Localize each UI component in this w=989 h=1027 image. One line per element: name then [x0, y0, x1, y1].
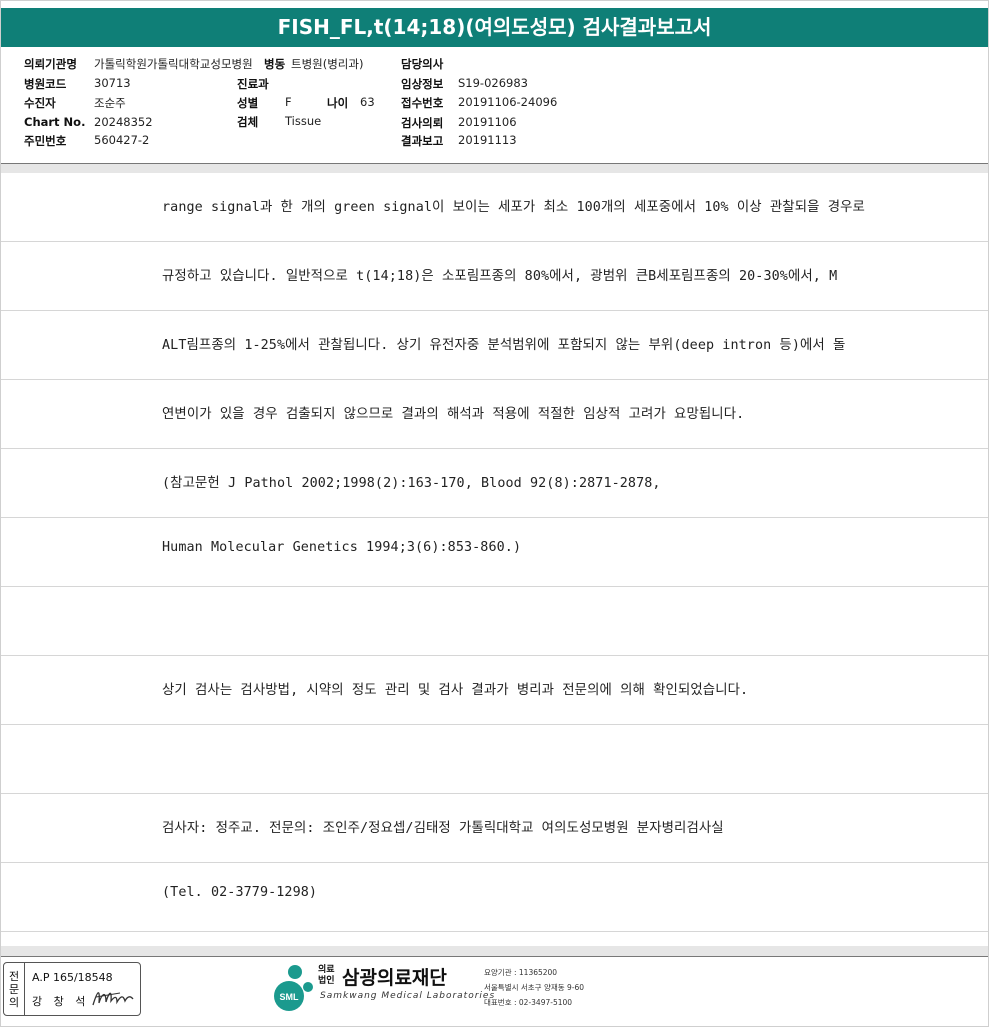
body-line-text: 연변이가 있을 경우 검출되지 않으므로 결과의 해석과 적용에 적절한 임상적… — [162, 407, 745, 422]
body-line-text: range signal과 한 개의 green signal이 보이는 세포가… — [162, 200, 865, 215]
logo-info: 요양기관 : 11365200 서울특별시 서초구 양재동 9-60 대표번호 … — [484, 965, 584, 1010]
age-value: 63 — [360, 95, 375, 109]
clinical-value: S19-026983 — [458, 76, 528, 90]
vertical-char: 전 — [8, 969, 20, 983]
body-line: 상기 검사는 검사방법, 시약의 정도 관리 및 검사 결과가 병리과 전문의에… — [1, 656, 988, 725]
body-line-text: ALT림프종의 1-25%에서 관찰됩니다. 상기 유전자중 분석범위에 포함되… — [162, 338, 846, 353]
ward-label: 병동 — [264, 57, 286, 71]
footer-gray-strip — [1, 946, 988, 956]
specimen-label: 검체 — [237, 115, 259, 129]
body-line: Human Molecular Genetics 1994;3(6):853-8… — [1, 518, 988, 587]
institution-label: 의뢰기관명 — [24, 57, 77, 71]
info-line: 요양기관 : 11365200 — [484, 968, 558, 977]
specimen-value: Tissue — [285, 114, 322, 128]
body-line-text: Human Molecular Genetics 1994;3(6):853-8… — [162, 540, 522, 555]
info-line: 서울특별시 서초구 양재동 9-60 — [484, 983, 585, 992]
body-line-text: (참고문헌 J Pathol 2002;1998(2):163-170, Blo… — [162, 476, 661, 491]
specialist-signature-box: 전 문 의 A.P 165/18548 강 창 석 — [3, 962, 141, 1016]
institution-value: 가톨릭학원가톨릭대학교성모병원 — [94, 57, 253, 71]
body-line: range signal과 한 개의 green signal이 보이는 세포가… — [1, 173, 988, 242]
vertical-char: 의 — [8, 995, 20, 1009]
body-line-text: 상기 검사는 검사방법, 시약의 정도 관리 및 검사 결과가 병리과 전문의에… — [162, 683, 749, 698]
samkwang-logo: SML 의료 법인 삼광의료재단 Samkwang Medical Labora… — [270, 963, 584, 1015]
report-header: 의뢰기관명 가톨릭학원가톨릭대학교성모병원 병동 트병원(병리과) 병원코드 3… — [0, 56, 989, 160]
body-line-text: (Tel. 02-3779-1298) — [162, 885, 318, 900]
chart-label: Chart No. — [24, 115, 86, 129]
request-value: 20191106 — [458, 115, 517, 129]
vertical-char: 문 — [8, 982, 20, 996]
report-date-label: 결과보고 — [401, 134, 444, 148]
logo-mark-text: SML — [280, 992, 300, 1002]
handwritten-signature — [92, 992, 134, 1006]
body-line: ALT림프종의 1-25%에서 관찰됩니다. 상기 유전자중 분석범위에 포함되… — [1, 311, 988, 380]
footer-divider — [1, 956, 988, 957]
ward-value: 트병원(병리과) — [291, 57, 364, 71]
receipt-value: 20191106-24096 — [458, 95, 558, 109]
hospital-code-value: 30713 — [94, 76, 131, 90]
body-line-text: 검사자: 정주교. 전문의: 조인주/정요셉/김태정 가톨릭대학교 여의도성모병… — [162, 821, 724, 836]
logo-corp-line1: 의료 — [318, 965, 335, 975]
body-line — [1, 725, 988, 794]
sex-value: F — [285, 95, 292, 109]
report-title: FISH_FL,t(14;18)(여의도성모) 검사결과보고서 — [1, 8, 988, 47]
sml-logo-icon: SML — [274, 965, 313, 1011]
patient-label: 수진자 — [24, 96, 56, 110]
logo-corp-tag: 의료 법인 — [318, 965, 335, 987]
specialist-name: 강 창 석 — [32, 995, 90, 1008]
report-date-value: 20191113 — [458, 133, 517, 147]
clinical-label: 임상정보 — [401, 77, 444, 91]
sex-label: 성별 — [237, 96, 259, 110]
body-line: 연변이가 있을 경우 검출되지 않으므로 결과의 해석과 적용에 적절한 임상적… — [1, 380, 988, 449]
rrn-value: 560427-2 — [94, 133, 150, 147]
age-label: 나이 — [327, 96, 349, 110]
body-line: 규정하고 있습니다. 일반적으로 t(14;18)은 소포림프종의 80%에서,… — [1, 242, 988, 311]
chart-value: 20248352 — [94, 115, 153, 129]
request-label: 검사의뢰 — [401, 116, 444, 130]
logo-name: 삼광의료재단 — [342, 967, 447, 989]
logo-corp-line2: 법인 — [318, 976, 335, 986]
header-gray-strip — [1, 164, 988, 173]
hospital-code-label: 병원코드 — [24, 77, 67, 91]
body-line-text: 규정하고 있습니다. 일반적으로 t(14;18)은 소포림프종의 80%에서,… — [162, 269, 838, 284]
body-line: (Tel. 02-3779-1298) — [1, 863, 988, 932]
body-line: 검사자: 정주교. 전문의: 조인주/정요셉/김태정 가톨릭대학교 여의도성모병… — [1, 794, 988, 863]
specialist-vertical-label: 전 문 의 — [4, 963, 25, 1015]
patient-value: 조순주 — [94, 96, 126, 110]
rrn-label: 주민번호 — [24, 134, 67, 148]
body-line: (참고문헌 J Pathol 2002;1998(2):163-170, Blo… — [1, 449, 988, 518]
info-line: 대표번호 : 02-3497-5100 — [484, 998, 573, 1007]
dept-label: 진료과 — [237, 77, 269, 91]
doctor-label: 담당의사 — [401, 57, 444, 71]
report-body: range signal과 한 개의 green signal이 보이는 세포가… — [1, 173, 988, 932]
logo-english: Samkwang Medical Laboratories — [320, 991, 496, 1001]
receipt-label: 접수번호 — [401, 96, 444, 110]
specialist-license: A.P 165/18548 — [32, 971, 113, 984]
body-line — [1, 587, 988, 656]
